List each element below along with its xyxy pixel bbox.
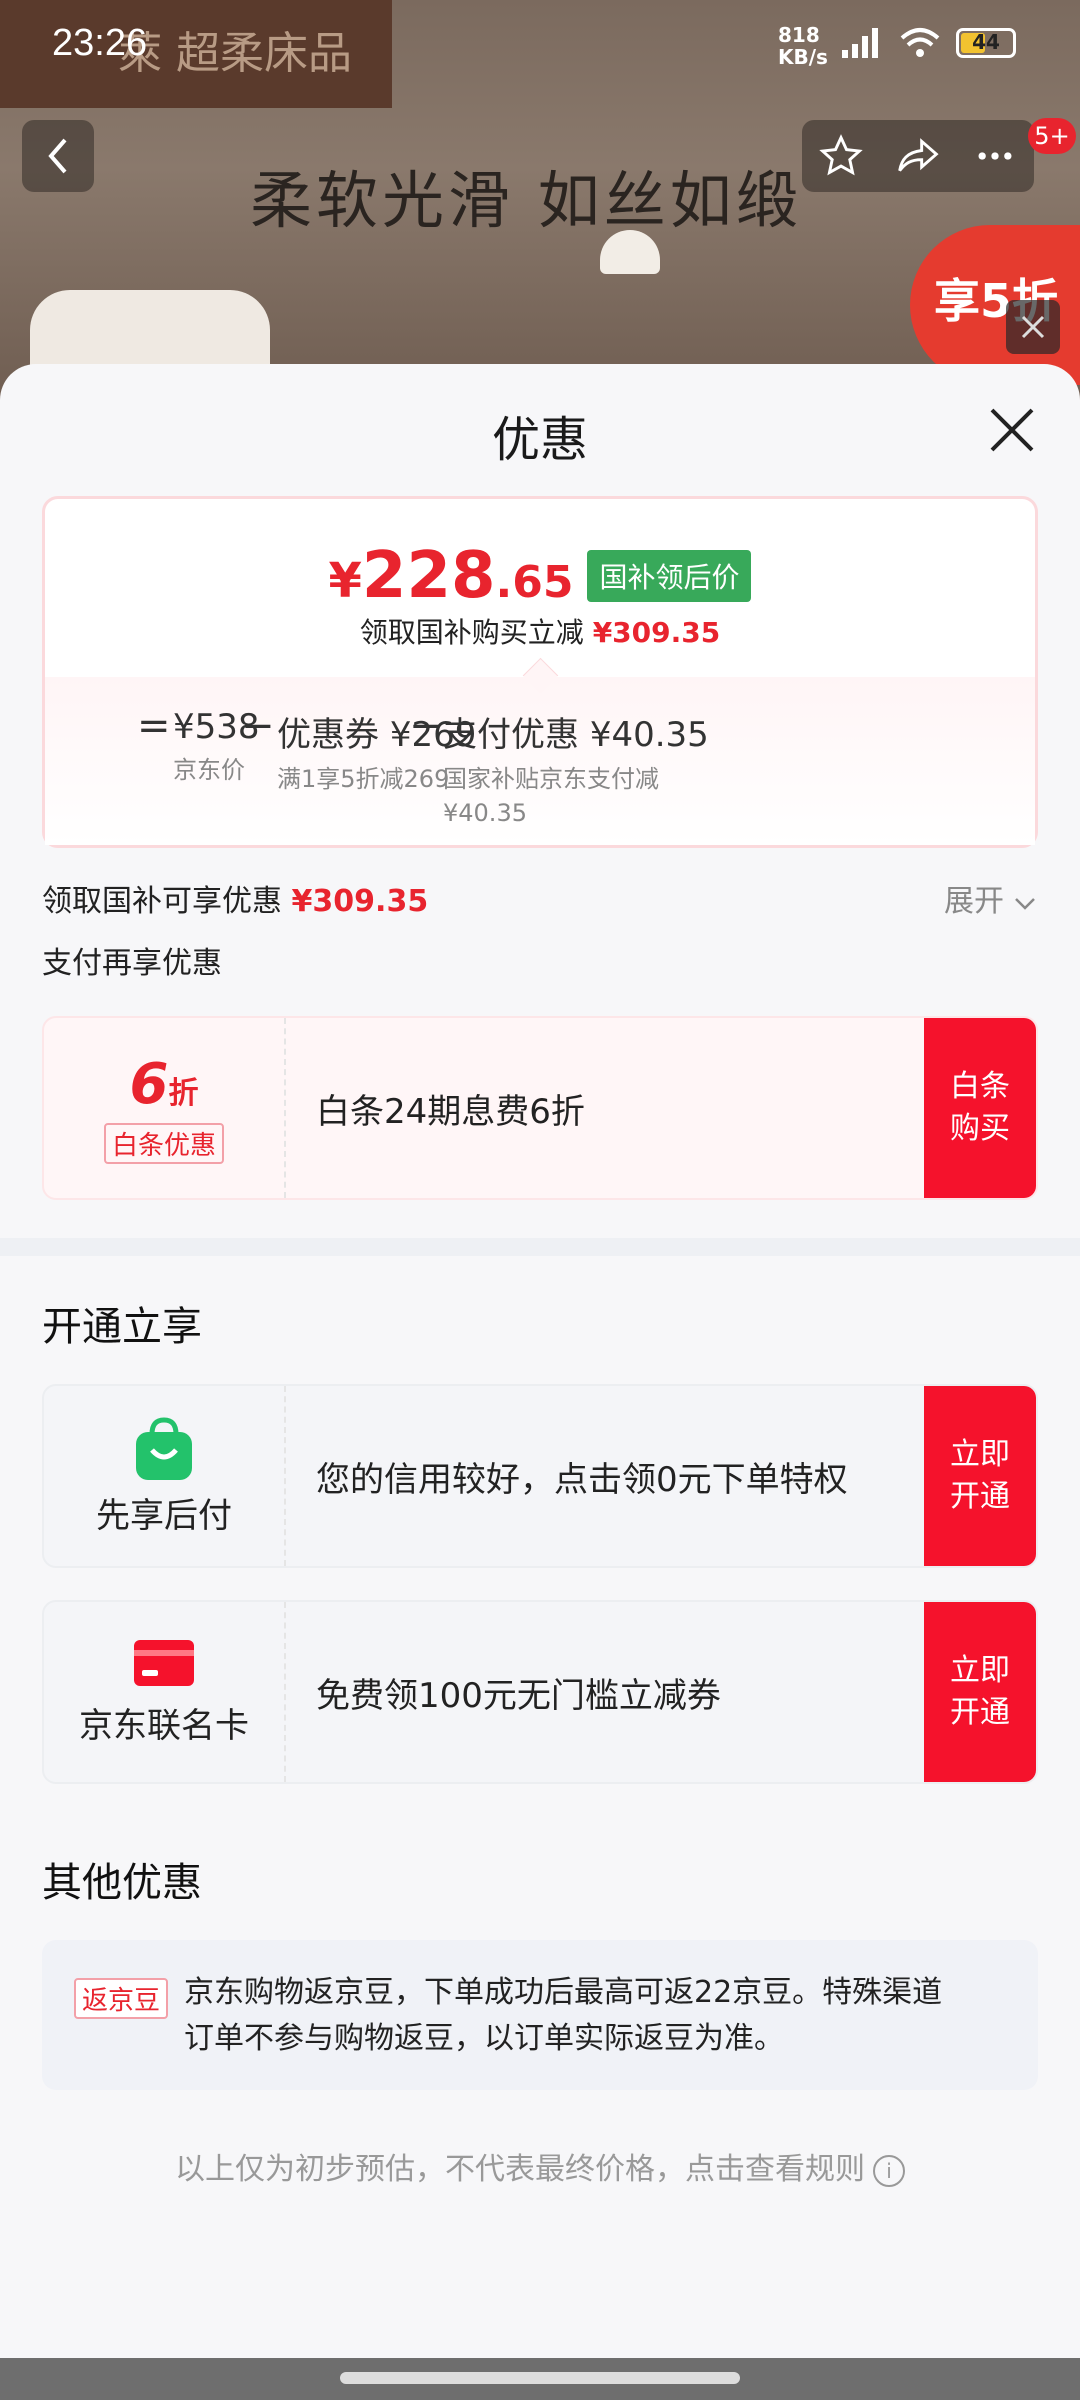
minus-sign: − [241,703,275,749]
price-sub-amount: ¥309.35 [592,616,721,649]
wifi-icon [900,28,940,57]
close-icon[interactable] [986,404,1038,456]
cashback-offer: 返京豆 京东购物返京豆，下单成功后最高可返22京豆。特殊渠道订单不参与购物返豆，… [42,1940,1038,2090]
subsidy-label: 领取国补可享优惠 [42,884,282,919]
baitiao-cta-line1: 白条 [950,1069,1010,1104]
pay-more-label: 支付再享优惠 [42,946,222,981]
subsidy-row: 领取国补可享优惠 ¥309.35 [42,876,428,920]
footnote-text: 以上仅为初步预估，不代表最终价格，点击查看规则 [175,2152,865,2187]
jd-price-label: 京东价 [173,756,245,784]
star-icon[interactable] [818,134,863,178]
discount-unit: 折 [168,1076,199,1111]
section-divider [0,1238,1080,1256]
credit-card-badge: 京东联名卡 [44,1602,286,1782]
chevron-down-icon [1014,898,1035,910]
home-gesture-handle[interactable] [340,2372,740,2384]
coupon-label: 优惠券 [277,715,379,755]
subsidy-amount: ¥309.35 [291,884,429,919]
close-icon [1021,315,1045,339]
battery-icon: 44 [956,28,1016,58]
price-sub-label: 领取国补购买立减 [359,616,584,649]
baitiao-tag: 白条优惠 [103,1123,224,1164]
baitiao-buy-button[interactable]: 白条 购买 [924,1018,1036,1198]
baitiao-cta-line2: 购买 [950,1111,1010,1146]
pay-value: ¥40.35 [589,715,709,755]
discount-sheet: 优惠 ¥228.65 国补领后价 领取国补购买立减 ¥309.35 = ¥538 … [0,364,1080,2358]
network-speed: 818 KB/s [778,24,828,68]
equals-sign: = [137,703,171,749]
baitiao-offer: 6折 白条优惠 白条24期息费6折 白条购买 [42,1016,1038,1200]
credit-card-desc: 免费领100元无门槛立减券 [316,1675,721,1716]
price-tag: 国补领后价 [587,550,752,602]
price-decimal: .65 [495,557,574,608]
cashback-tag: 返京豆 [74,1978,169,2019]
pay-later-cta-line1: 立即 [950,1437,1010,1472]
pay-later-cta-line2: 开通 [950,1479,1010,1514]
more-icon[interactable] [973,134,1017,178]
status-icons: 44 [840,26,1016,60]
baitiao-discount-badge: 6折 白条优惠 [44,1018,286,1198]
credit-card-name: 京东联名卡 [79,1705,249,1746]
status-time: 23:26 [52,22,148,64]
share-icon[interactable] [896,134,940,178]
shopping-bag-icon [136,1416,192,1480]
rules-link[interactable]: 以上仅为初步预估，不代表最终价格，点击查看规则 i [0,2144,1080,2188]
pay-desc-2: ¥40.35 [443,799,527,827]
price-integer: 228 [361,539,496,613]
pay-later-badge: 先享后付 [44,1386,286,1566]
pay-desc-1: 国家补贴京东支付减 [443,765,659,793]
price-currency: ¥ [328,553,362,609]
product-slogan: 柔软光滑 如丝如缎 [250,164,802,237]
pay-later-desc: 您的信用较好，点击领0元下单特权 [316,1459,848,1500]
network-speed-unit: KB/s [778,45,828,69]
expand-button[interactable]: 展开 [944,876,1036,920]
credit-card-cta-line2: 开通 [950,1695,1010,1730]
pay-label: 支付优惠 [443,715,579,755]
baitiao-desc: 白条24期息费6折 [316,1091,585,1132]
open-offer-pay-later: 先享后付 您的信用较好，点击领0元下单特权 立即开通 [42,1384,1038,1568]
pay-later-open-button[interactable]: 立即 开通 [924,1386,1036,1566]
signal-icon [842,28,878,58]
battery-level: 44 [972,30,1000,54]
price-breakdown: = ¥538 京东价 − 优惠券 ¥269 满1享5折减269 − 支付优惠 ¥… [45,657,1035,845]
promo-close-button[interactable] [1006,300,1060,354]
credit-card-icon [134,1639,194,1686]
notification-badge: 5+ [1028,118,1076,154]
open-offer-credit-card: 京东联名卡 免费领100元无门槛立减券 立即开通 [42,1600,1038,1784]
open-section-title: 开通立享 [42,1304,202,1350]
network-speed-value: 818 [778,23,820,47]
breakdown-pay: 支付优惠 ¥40.35 国家补贴京东支付减 ¥40.35 [443,707,709,830]
expand-label: 展开 [944,884,1004,919]
status-bar: 23:26 818 KB/s 44 [0,0,1080,96]
cashback-text: 京东购物返京豆，下单成功后最高可返22京豆。特殊渠道订单不参与购物返豆，以订单实… [184,1975,943,2056]
minus-sign: − [409,703,443,749]
other-section-title: 其他优惠 [42,1860,202,1906]
discount-number: 6 [129,1052,169,1117]
price-subtitle: 领取国补购买立减 ¥309.35 [45,611,1035,651]
credit-card-open-button[interactable]: 立即 开通 [924,1602,1036,1782]
info-icon: i [873,2154,905,2187]
price-card: ¥228.65 国补领后价 领取国补购买立减 ¥309.35 = ¥538 京东价… [42,496,1038,848]
top-action-bar [802,120,1034,192]
sheet-title: 优惠 [491,412,588,468]
final-price: ¥228.65 国补领后价 [45,539,1035,613]
back-button[interactable] [22,120,94,192]
credit-card-cta-line1: 立即 [950,1653,1010,1688]
pay-later-name: 先享后付 [96,1495,232,1536]
system-nav-bar [0,2358,1080,2400]
chevron-left-icon [48,138,67,174]
